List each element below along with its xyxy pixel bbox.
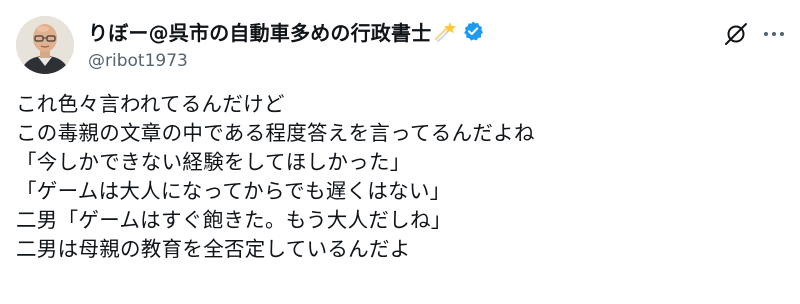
author-name-row: りぼー@呉市の自動車多めの行政書士 <box>88 17 690 45</box>
author-display-name[interactable]: りぼー@呉市の自動車多めの行政書士 <box>88 17 431 46</box>
author-handle[interactable]: @ribot1973 <box>88 51 690 71</box>
post-text-line: この毒親の文章の中である程度答えを言ってるんだよね <box>16 121 535 145</box>
post-text-line: 二男は母親の教育を全否定しているんだよ <box>16 237 411 261</box>
post: りぼー@呉市の自動車多めの行政書士 @ribot1973 これ色々言われてるんだ… <box>0 0 800 304</box>
grok-icon[interactable] <box>722 20 750 48</box>
post-text-line: これ色々言われてるんだけど <box>16 92 285 116</box>
post-text-line: 「ゲームは大人になってからでも遅くはない」 <box>16 179 451 203</box>
shooting-star-icon <box>434 19 458 43</box>
more-options-icon[interactable] <box>760 22 788 46</box>
post-text: これ色々言われてるんだけど この毒親の文章の中である程度答えを言ってるんだよね … <box>16 90 786 264</box>
post-text-line: 「今しかできない経験をしてほしかった」 <box>16 150 411 174</box>
verified-badge-icon <box>462 20 484 42</box>
avatar-image <box>16 16 74 74</box>
post-text-line: 二男「ゲームはすぐ飽きた。もう大人だしね」 <box>16 208 452 232</box>
post-header: りぼー@呉市の自動車多めの行政書士 @ribot1973 <box>88 17 690 71</box>
avatar[interactable] <box>16 16 74 74</box>
